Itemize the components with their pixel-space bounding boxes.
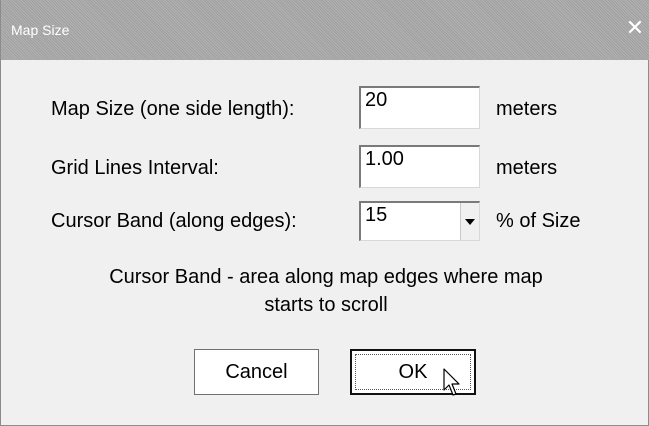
mouse-pointer-icon [443,368,460,396]
cursor-band-label: Cursor Band (along edges): [51,210,297,232]
cursor-band-unit: % of Size [496,210,581,232]
cancel-button[interactable]: Cancel [194,349,319,395]
cursor-band-value: 15 [365,204,388,226]
map-size-value: 20 [365,89,388,111]
map-size-label: Map Size (one side length): [51,98,295,120]
close-icon[interactable]: ✕ [621,14,649,44]
map-size-unit: meters [496,98,558,120]
map-size-input[interactable]: 20 [359,86,480,129]
info-text-line1: Cursor Band - area along map edges where… [109,266,543,288]
grid-interval-unit: meters [496,157,558,179]
grid-interval-label: Grid Lines Interval: [51,157,219,179]
map-size-dialog: Map Size ✕ Map Size (one side length): 2… [0,0,649,426]
cursor-band-select[interactable]: 15 [359,201,480,241]
grid-interval-value: 1.00 [365,148,404,170]
info-text-line2: starts to scroll [264,294,388,316]
title-bar[interactable]: Map Size ✕ [1,0,649,60]
grid-interval-input[interactable]: 1.00 [359,145,480,188]
chevron-down-icon[interactable] [460,203,479,240]
ok-button-label: OK [398,361,428,383]
window-title: Map Size [11,22,70,38]
cancel-button-label: Cancel [225,361,288,383]
